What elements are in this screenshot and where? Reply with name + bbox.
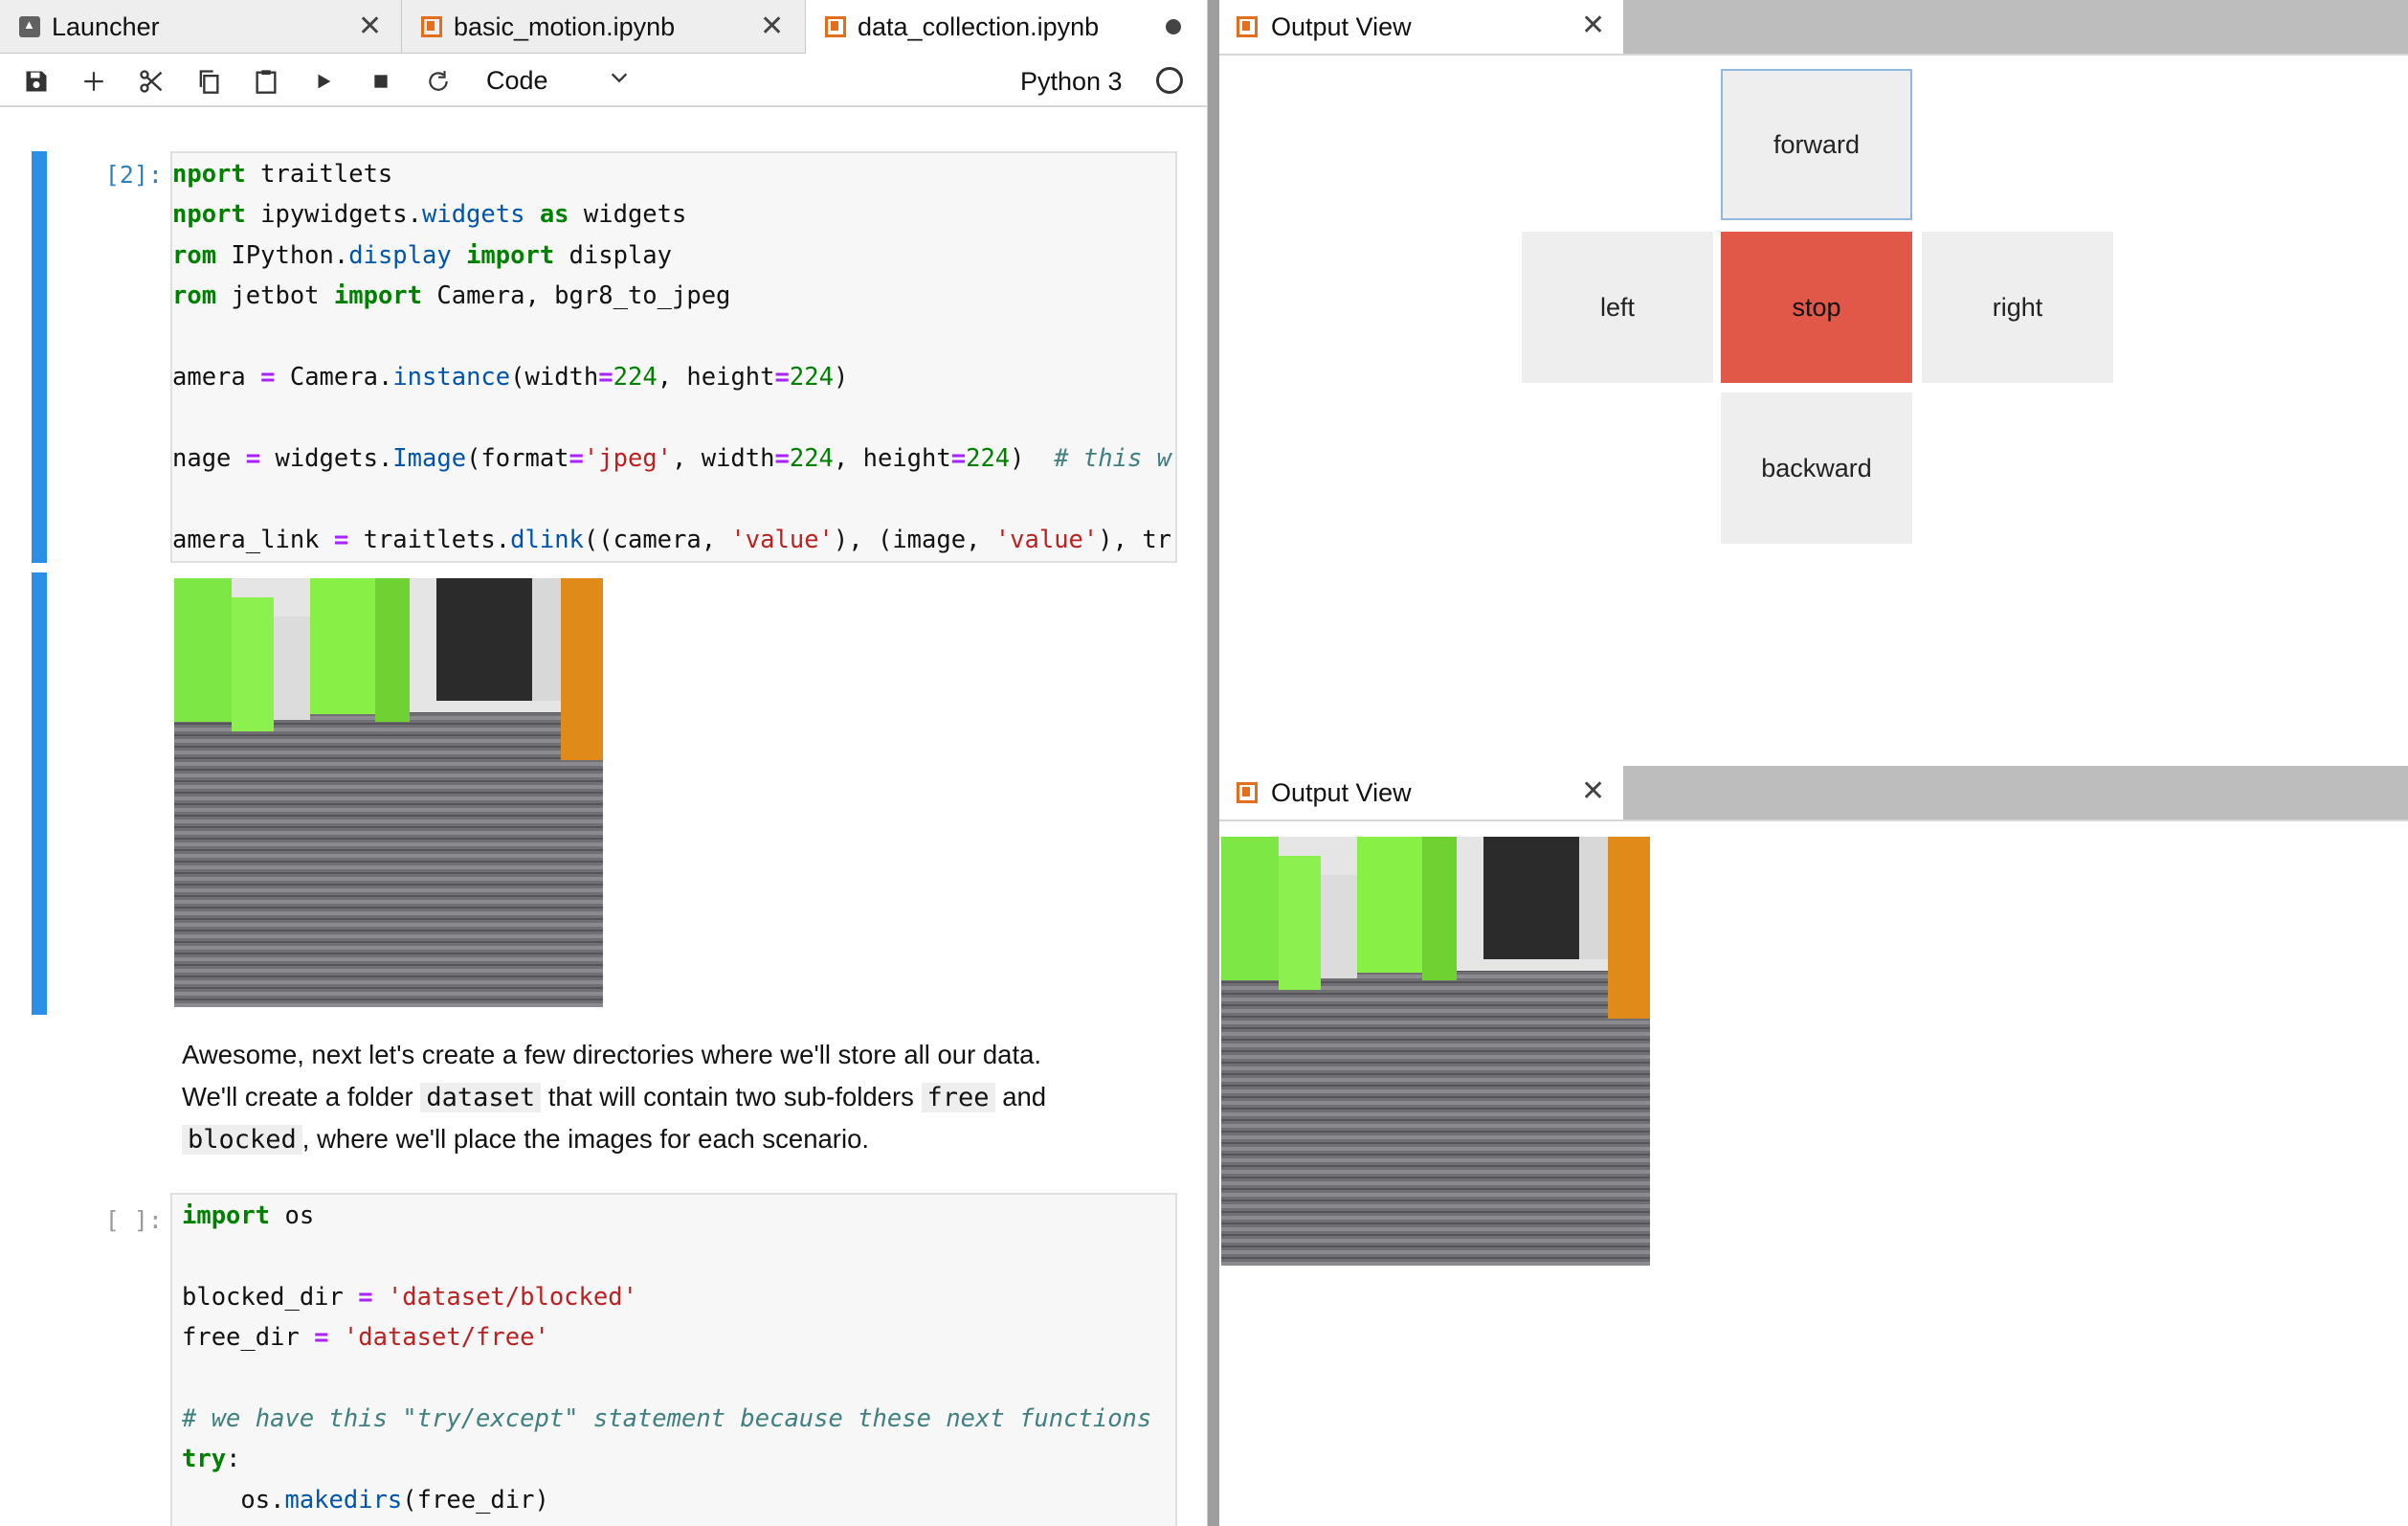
divider: [1219, 819, 2408, 821]
code-editor-cell-1[interactable]: nport traitlets nport ipywidgets.widgets …: [170, 151, 1177, 563]
add-cell-button[interactable]: [75, 62, 113, 101]
tab-label: Launcher: [52, 11, 160, 41]
copy-icon: [199, 70, 219, 94]
tab-label: data_collection.ipynb: [858, 11, 1100, 41]
code-line: blocked_dir = 'dataset/blocked': [182, 1282, 637, 1312]
cut-button[interactable]: [132, 62, 170, 101]
tab-launcher[interactable]: Launcher ✕: [0, 0, 402, 54]
output-view-panel-2: Output View ✕: [1219, 766, 2408, 1526]
cell-type-value: Code: [486, 65, 548, 95]
paste-button[interactable]: [247, 62, 285, 101]
code-line: rom IPython.display import display: [172, 240, 673, 270]
save-button[interactable]: [17, 62, 56, 101]
tab-output-view[interactable]: Output View ✕: [1219, 0, 1625, 54]
cell-type-select[interactable]: Code: [486, 61, 639, 100]
launcher-icon: [19, 16, 40, 37]
markdown-line: Awesome, next let's create a few directo…: [182, 1040, 1042, 1069]
kernel-idle-icon: [1156, 67, 1183, 94]
add-icon: [84, 72, 103, 91]
output-view-panel-1: Output View ✕ forward left stop right ba…: [1219, 0, 2408, 756]
notebook-panel: Launcher ✕ basic_motion.ipynb ✕ data_col…: [0, 0, 1208, 1526]
camera-image-output: [1221, 837, 1650, 1266]
notebook-icon: [1237, 16, 1258, 37]
markdown-line: We'll create a folder dataset that will …: [182, 1076, 1177, 1119]
code-line: amera_link = traitlets.dlink((camera, 'v…: [172, 525, 1172, 554]
kernel-name[interactable]: Python 3: [1020, 62, 1123, 101]
text: , where we'll place the images for each …: [301, 1124, 870, 1154]
code-editor-cell-2[interactable]: import os blocked_dir = 'dataset/blocked'…: [170, 1193, 1177, 1526]
text: and: [994, 1081, 1047, 1111]
left-button[interactable]: left: [1522, 232, 1713, 383]
cut-icon: [140, 70, 163, 93]
camera-frame: [1221, 837, 1650, 1266]
code-line: rom jetbot import Camera, bgr8_to_jpeg: [172, 281, 731, 311]
output-view-tab-bar: Output View ✕: [1219, 766, 2408, 819]
notebook-icon: [825, 16, 846, 37]
inline-code-blocked: blocked: [182, 1125, 302, 1155]
code-line: try:: [182, 1445, 241, 1474]
tab-label: Output View: [1271, 777, 1412, 807]
camera-image-output: [174, 578, 603, 1007]
copy-button[interactable]: [190, 62, 228, 101]
tab-bar: Launcher ✕ basic_motion.ipynb ✕ data_col…: [0, 0, 1207, 55]
code-line: nage = widgets.Image(format='jpeg', widt…: [172, 443, 1172, 473]
tab-output-view[interactable]: Output View ✕: [1219, 766, 1625, 819]
code-line: nport traitlets: [172, 160, 393, 189]
chevron-down-icon: [611, 73, 628, 83]
stop-button[interactable]: stop: [1721, 232, 1912, 383]
backward-button[interactable]: backward: [1721, 393, 1912, 544]
tab-data-collection[interactable]: data_collection.ipynb: [806, 0, 1207, 55]
cell-prompt: [2]:: [104, 161, 163, 189]
save-icon: [26, 71, 47, 92]
notebook-icon: [421, 16, 442, 37]
tab-label: basic_motion.ipynb: [454, 11, 676, 41]
selected-cell-bar[interactable]: [32, 572, 47, 1015]
tab-basic-motion[interactable]: basic_motion.ipynb ✕: [402, 0, 806, 54]
inline-code-dataset: dataset: [420, 1082, 542, 1112]
markdown-cell: Awesome, next let's create a few directo…: [182, 1034, 1177, 1161]
tab-label: Output View: [1271, 11, 1412, 41]
right-button[interactable]: right: [1922, 232, 2113, 383]
paste-icon: [256, 70, 277, 94]
cell-prompt: [ ]:: [104, 1206, 163, 1234]
interrupt-button[interactable]: [362, 62, 400, 101]
close-icon[interactable]: ✕: [358, 10, 382, 43]
notebook-toolbar: Code Python 3: [0, 55, 1207, 107]
run-button[interactable]: [304, 62, 343, 101]
close-icon[interactable]: ✕: [760, 10, 784, 43]
code-line: os.makedirs(free_dir): [182, 1485, 549, 1515]
camera-frame: [174, 578, 603, 1007]
panel-splitter[interactable]: [1208, 0, 1219, 1526]
code-line: # we have this "try/except" statement be…: [182, 1404, 1152, 1433]
code-line: amera = Camera.instance(width=224, heigh…: [172, 363, 849, 392]
text: We'll create a folder: [182, 1081, 421, 1111]
notebook-icon: [1237, 782, 1258, 803]
code-line: nport ipywidgets.widgets as widgets: [172, 200, 687, 230]
code-line: import os: [182, 1201, 315, 1230]
close-icon[interactable]: ✕: [1581, 9, 1605, 42]
markdown-line: blocked, where we'll place the images fo…: [182, 1118, 1177, 1161]
run-icon: [318, 74, 331, 89]
selected-cell-bar[interactable]: [32, 151, 47, 563]
inline-code-free: free: [921, 1082, 995, 1112]
output-view-tab-bar: Output View ✕: [1219, 0, 2408, 54]
unsaved-indicator-icon[interactable]: [1166, 19, 1181, 34]
restart-button[interactable]: [419, 62, 457, 101]
code-line: free_dir = 'dataset/free': [182, 1323, 549, 1353]
text: that will contain two sub-folders: [541, 1081, 922, 1111]
divider: [1219, 54, 2408, 56]
forward-button[interactable]: forward: [1721, 69, 1912, 220]
restart-icon: [429, 71, 448, 91]
close-icon[interactable]: ✕: [1581, 774, 1605, 808]
stop-icon: [374, 75, 388, 88]
